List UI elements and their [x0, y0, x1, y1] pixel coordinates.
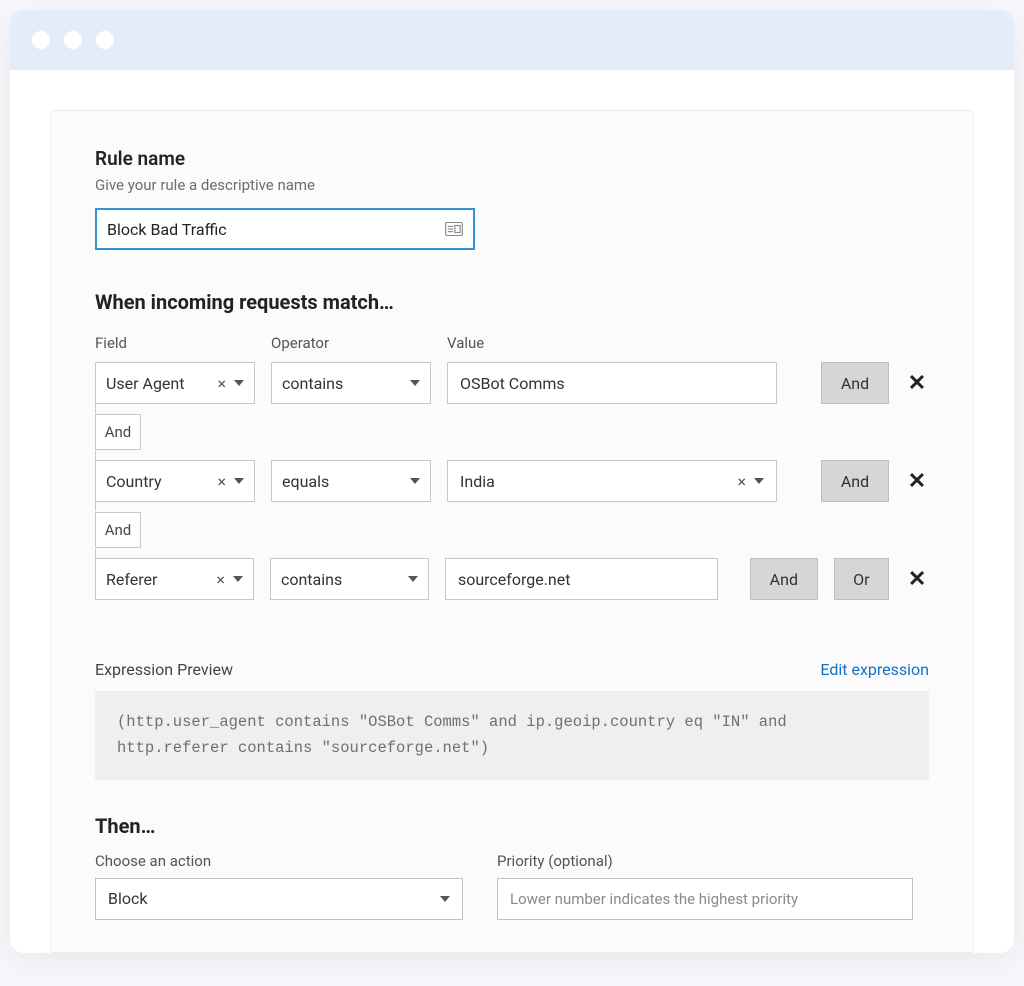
operator-select-value: contains — [281, 570, 342, 589]
expression-label: Expression Preview — [95, 660, 233, 679]
chevron-down-icon[interactable] — [234, 478, 244, 484]
chevron-down-icon[interactable] — [233, 576, 243, 582]
operator-select-value: contains — [282, 374, 343, 393]
then-title: Then… — [95, 814, 929, 838]
and-button[interactable]: And — [821, 460, 889, 502]
clear-icon[interactable]: × — [216, 570, 225, 589]
field-select-value: Country — [106, 472, 162, 491]
condition-row: User Agent × contains OSBot Comms And ✕ — [95, 362, 929, 404]
expression-preview: (http.user_agent contains "OSBot Comms" … — [95, 691, 929, 780]
operator-select[interactable]: contains — [270, 558, 429, 600]
col-field: Field — [95, 334, 255, 352]
value-select[interactable]: India × — [447, 460, 777, 502]
rule-name-sub: Give your rule a descriptive name — [95, 176, 929, 194]
clear-icon[interactable]: × — [217, 472, 226, 491]
rule-name-value: Block Bad Traffic — [107, 220, 227, 239]
rule-panel: Rule name Give your rule a descriptive n… — [50, 110, 974, 953]
value-input[interactable]: sourceforge.net — [445, 558, 718, 600]
priority-input[interactable]: Lower number indicates the highest prior… — [497, 878, 913, 920]
col-operator: Operator — [271, 334, 431, 352]
field-select[interactable]: Referer × — [95, 558, 254, 600]
field-select-value: User Agent — [106, 374, 184, 393]
app-window: Rule name Give your rule a descriptive n… — [10, 10, 1014, 953]
clear-icon[interactable]: × — [217, 374, 226, 393]
operator-select-value: equals — [282, 472, 329, 491]
rule-name-title: Rule name — [95, 147, 929, 170]
column-headers: Field Operator Value — [95, 334, 929, 352]
connector-and: And — [95, 512, 141, 548]
action-value: Block — [108, 889, 147, 908]
delete-row-button[interactable]: ✕ — [905, 567, 929, 592]
match-title: When incoming requests match… — [95, 290, 929, 314]
chevron-down-icon[interactable] — [234, 380, 244, 386]
field-select-value: Referer — [106, 570, 157, 589]
chevron-down-icon[interactable] — [440, 896, 450, 902]
value-text: sourceforge.net — [458, 570, 571, 589]
rule-name-input[interactable]: Block Bad Traffic — [95, 208, 475, 250]
form-icon — [445, 222, 463, 236]
action-select[interactable]: Block — [95, 878, 463, 920]
chevron-down-icon[interactable] — [410, 380, 420, 386]
or-button[interactable]: Or — [834, 558, 890, 600]
action-label: Choose an action — [95, 852, 463, 870]
delete-row-button[interactable]: ✕ — [905, 469, 929, 494]
field-select[interactable]: User Agent × — [95, 362, 255, 404]
operator-select[interactable]: equals — [271, 460, 431, 502]
col-value: Value — [447, 334, 929, 352]
expression-header: Expression Preview Edit expression — [95, 660, 929, 679]
window-dot — [96, 31, 114, 49]
and-button[interactable]: And — [750, 558, 818, 600]
priority-label: Priority (optional) — [497, 852, 913, 870]
field-select[interactable]: Country × — [95, 460, 255, 502]
content-area: Rule name Give your rule a descriptive n… — [10, 70, 1014, 953]
window-titlebar — [10, 10, 1014, 70]
window-dot — [32, 31, 50, 49]
clear-icon[interactable]: × — [737, 472, 746, 491]
chevron-down-icon[interactable] — [410, 478, 420, 484]
connector-and: And — [95, 414, 141, 450]
condition-row: Referer × contains sourceforge.net And O… — [95, 558, 929, 600]
value-input[interactable]: OSBot Comms — [447, 362, 777, 404]
delete-row-button[interactable]: ✕ — [905, 371, 929, 396]
value-text: OSBot Comms — [460, 374, 565, 393]
and-button[interactable]: And — [821, 362, 889, 404]
window-dot — [64, 31, 82, 49]
edit-expression-link[interactable]: Edit expression — [820, 660, 929, 679]
value-text: India — [460, 472, 495, 491]
chevron-down-icon[interactable] — [754, 478, 764, 484]
condition-row: Country × equals India × — [95, 460, 929, 502]
operator-select[interactable]: contains — [271, 362, 431, 404]
chevron-down-icon[interactable] — [408, 576, 418, 582]
priority-placeholder: Lower number indicates the highest prior… — [510, 890, 798, 908]
